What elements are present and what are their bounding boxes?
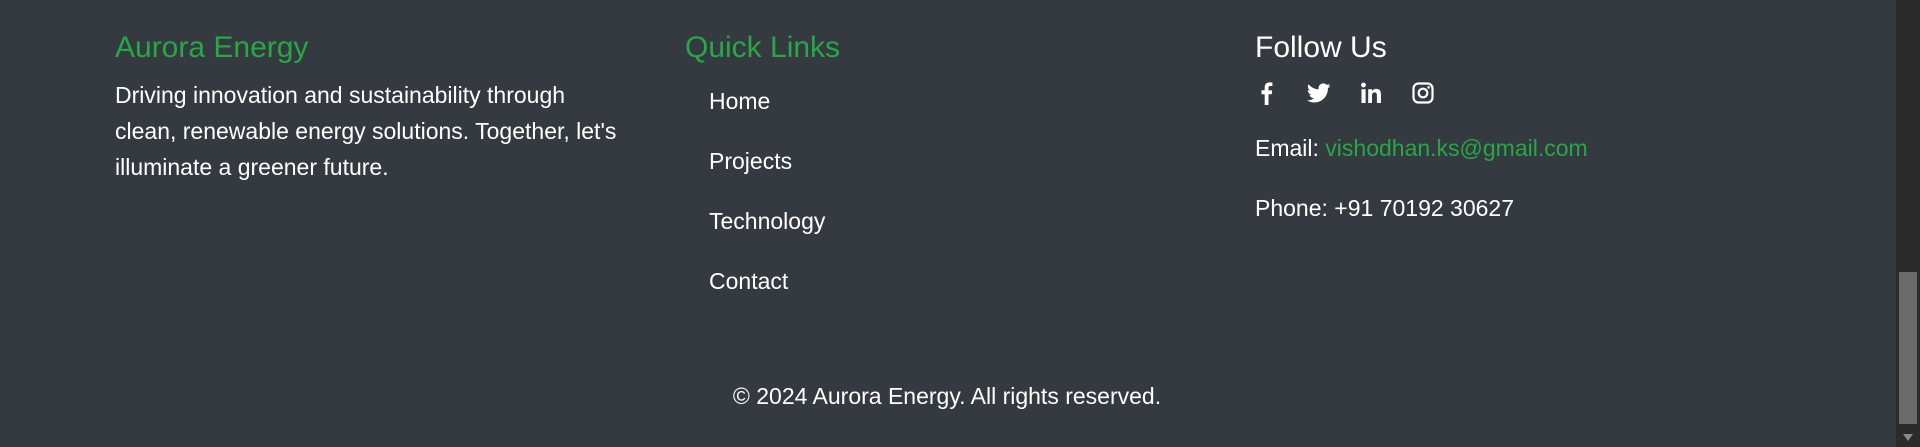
instagram-icon[interactable] <box>1411 81 1435 105</box>
projects-link[interactable]: Projects <box>709 148 792 174</box>
phone-line: Phone: +91 70192 30627 <box>1255 195 1514 221</box>
about-title: Aurora Energy <box>115 31 309 64</box>
about-section: Aurora Energy Driving innovation and sus… <box>115 30 655 185</box>
scroll-down-arrow-icon[interactable] <box>1903 434 1913 441</box>
quick-link-item-contact: Contact <box>709 257 1225 317</box>
contact-link[interactable]: Contact <box>709 268 788 294</box>
vertical-scrollbar[interactable] <box>1896 0 1920 447</box>
facebook-icon[interactable] <box>1255 81 1279 105</box>
quick-links-title: Quick Links <box>685 31 841 64</box>
email-label: Email: <box>1255 135 1319 161</box>
quick-link-item-home: Home <box>709 77 1225 137</box>
twitter-icon[interactable] <box>1307 81 1331 105</box>
technology-link[interactable]: Technology <box>709 208 825 234</box>
follow-title: Follow Us <box>1255 31 1387 64</box>
page: Aurora Energy Driving innovation and sus… <box>0 0 1920 447</box>
scrollbar-thumb[interactable] <box>1899 272 1917 424</box>
email-link[interactable]: vishodhan.ks@gmail.com <box>1325 135 1587 161</box>
follow-section: Follow Us Email: vishodhan.ks@gmail.com <box>1255 30 1795 226</box>
quick-link-item-projects: Projects <box>709 137 1225 197</box>
about-description: Driving innovation and sustainability th… <box>115 77 655 185</box>
about-description-line: illuminate a greener future. <box>115 154 389 180</box>
social-icons <box>1255 78 1795 108</box>
home-link[interactable]: Home <box>709 88 770 114</box>
quick-links-list: Home Projects Technology Contact <box>685 77 1225 317</box>
copyright-text: © 2024 Aurora Energy. All rights reserve… <box>732 383 1162 409</box>
about-description-line: clean, renewable energy solutions. Toget… <box>115 118 617 144</box>
site-footer: Aurora Energy Driving innovation and sus… <box>0 0 1894 447</box>
quick-link-item-technology: Technology <box>709 197 1225 257</box>
email-line: Email: vishodhan.ks@gmail.com <box>1255 130 1795 166</box>
linkedin-icon[interactable] <box>1359 81 1383 105</box>
quick-links-section: Quick Links Home Projects Technology Con… <box>685 30 1225 317</box>
about-description-line: Driving innovation and sustainability th… <box>115 82 566 108</box>
